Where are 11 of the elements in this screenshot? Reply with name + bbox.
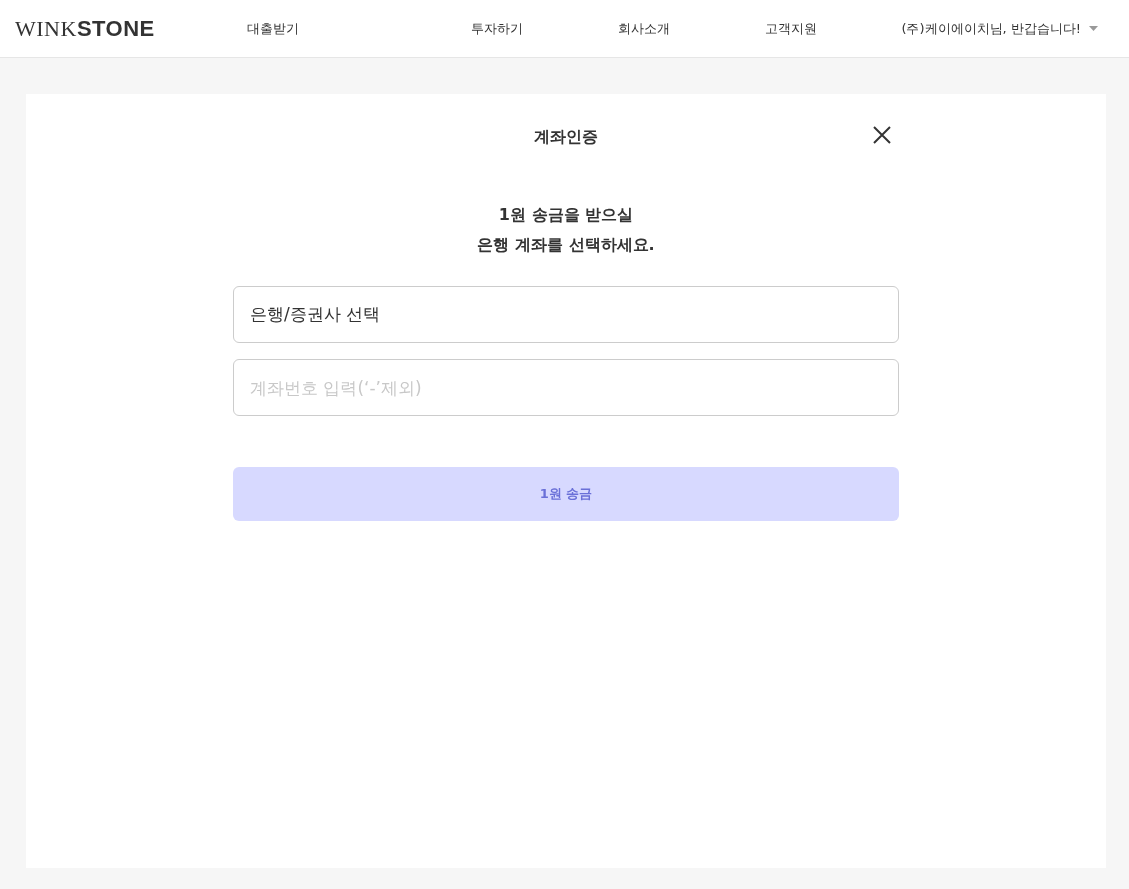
bank-select[interactable]: 은행/증권사 선택 xyxy=(233,286,899,343)
user-menu[interactable]: (주)케이에이치님, 반갑습니다! xyxy=(901,18,1081,39)
logo[interactable]: WINKSTONE xyxy=(15,12,215,45)
nav-link[interactable]: 고객지원 xyxy=(765,18,817,39)
dialog-title: 계좌인증 xyxy=(534,126,598,148)
nav-link[interactable]: 회사소개 xyxy=(618,18,670,39)
dropdown-caret-icon[interactable] xyxy=(1089,26,1098,31)
nav-link[interactable]: 투자하기 xyxy=(471,18,523,39)
instruction-text: 1원 송금을 받으실 xyxy=(498,204,634,226)
instruction-text: 은행 계좌를 선택하세요. xyxy=(477,234,655,256)
nav-link[interactable]: 대출받기 xyxy=(247,18,299,39)
